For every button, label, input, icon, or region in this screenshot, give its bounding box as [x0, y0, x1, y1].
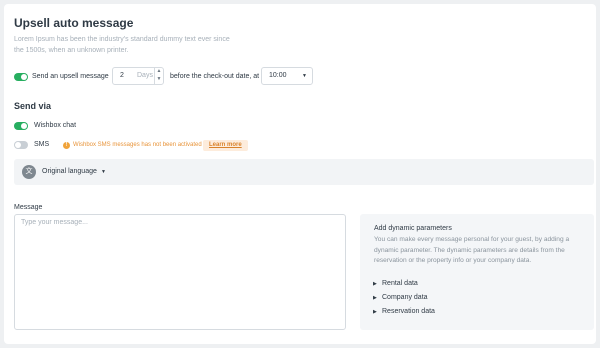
upsell-label: Send an upsell message: [32, 73, 109, 80]
send-via-title: Send via: [14, 101, 52, 111]
days-unit: Days: [137, 72, 153, 79]
caret-right-icon: ▶: [373, 281, 377, 287]
stepper-arrows[interactable]: ▲ ▼: [154, 68, 163, 84]
upsell-settings-card: Upsell auto message Lorem Ipsum has been…: [4, 4, 596, 344]
before-checkout-text: before the check-out date, at: [170, 73, 260, 80]
message-placeholder: Type your message...: [21, 219, 88, 226]
chevron-down-icon[interactable]: ▼: [101, 169, 106, 175]
learn-more-link[interactable]: Learn more: [203, 140, 248, 151]
message-textarea[interactable]: Type your message...: [14, 214, 346, 330]
dynamic-item-rental-data[interactable]: ▶ Rental data: [373, 280, 418, 287]
time-select[interactable]: 10:00 ▼: [261, 67, 313, 85]
sms-label: SMS: [34, 141, 50, 148]
sms-warning-text: Wishbox SMS messages has not been activa…: [73, 142, 202, 148]
days-stepper[interactable]: 2 Days ▲ ▼: [112, 67, 164, 85]
dynamic-item-company-data[interactable]: ▶ Company data: [373, 294, 428, 301]
wishbox-chat-toggle[interactable]: [14, 122, 28, 130]
message-label: Message: [14, 204, 43, 211]
language-selector[interactable]: Original language: [42, 168, 97, 175]
chevron-down-icon: ▼: [302, 73, 307, 79]
wishbox-chat-label: Wishbox chat: [34, 122, 77, 129]
upsell-toggle[interactable]: [14, 73, 28, 81]
days-value: 2: [120, 72, 124, 79]
caret-right-icon: ▶: [373, 309, 377, 315]
section-description: Lorem Ipsum has been the industry's stan…: [14, 36, 230, 54]
language-bar: 文 Original language ▼: [14, 159, 594, 185]
dynamic-item-reservation-data[interactable]: ▶ Reservation data: [373, 308, 435, 315]
decrement-icon[interactable]: ▼: [156, 76, 162, 83]
caret-right-icon: ▶: [373, 295, 377, 301]
dynamic-parameters-title: Add dynamic parameters: [374, 225, 452, 232]
dynamic-parameters-text: You can make every message personal for …: [374, 236, 570, 264]
warning-icon: !: [63, 142, 70, 149]
translate-icon: 文: [22, 165, 36, 179]
dynamic-parameters-panel: Add dynamic parameters You can make ever…: [360, 214, 594, 330]
section-title: Upsell auto message: [14, 16, 134, 30]
sms-toggle[interactable]: [14, 141, 28, 149]
increment-icon[interactable]: ▲: [156, 68, 162, 75]
time-value: 10:00: [269, 72, 287, 79]
